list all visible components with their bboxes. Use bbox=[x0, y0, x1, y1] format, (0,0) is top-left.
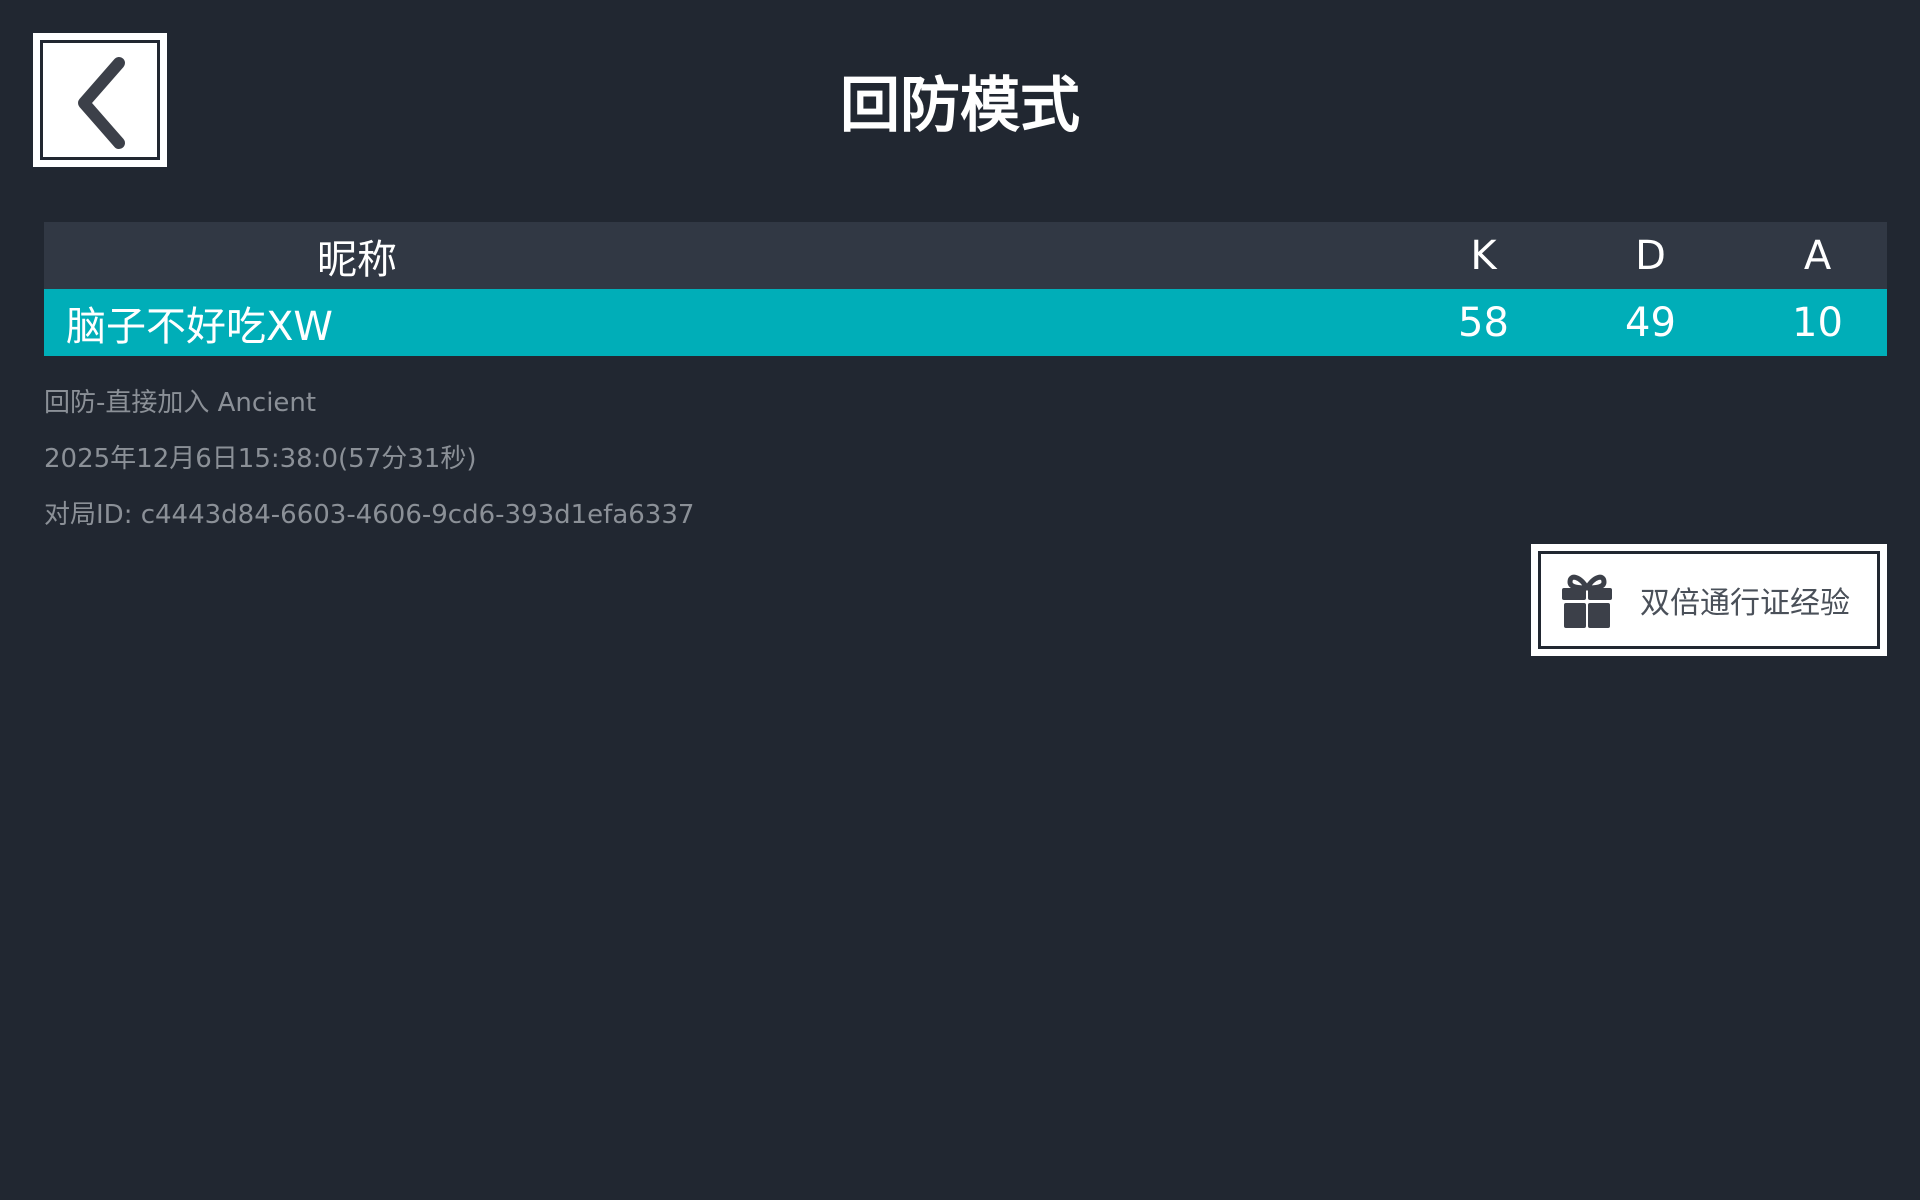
page-title: 回防模式 bbox=[840, 71, 1080, 141]
player-assists: 10 bbox=[1792, 299, 1843, 346]
player-kills: 58 bbox=[1458, 299, 1509, 346]
match-mode-map: 回防-直接加入 Ancient bbox=[44, 388, 317, 418]
column-header-deaths: D bbox=[1635, 232, 1666, 279]
scoreboard-table: 昵称 K D A 脑子不好吃XW 58 49 10 bbox=[44, 222, 1887, 356]
table-header-row: 昵称 K D A bbox=[44, 222, 1887, 289]
player-deaths: 49 bbox=[1625, 299, 1676, 346]
player-nickname: 脑子不好吃XW bbox=[66, 303, 333, 350]
double-xp-label: 双倍通行证经验 bbox=[1640, 586, 1850, 621]
column-header-kills: K bbox=[1470, 232, 1497, 279]
column-header-assists: A bbox=[1803, 232, 1832, 279]
match-info: 回防-直接加入 Ancient 2025年12月6日15:38:0(57分31秒… bbox=[44, 375, 694, 543]
gift-icon bbox=[1562, 574, 1612, 628]
match-datetime: 2025年12月6日15:38:0(57分31秒) bbox=[44, 444, 477, 474]
match-id: 对局ID: c4443d84-6603-4606-9cd6-393d1efa63… bbox=[44, 500, 695, 530]
double-xp-button[interactable]: 双倍通行证经验 bbox=[1531, 544, 1887, 656]
column-header-nickname: 昵称 bbox=[317, 236, 397, 283]
match-detail-page: 回防模式 昵称 K D A 脑子不好吃XW 58 49 10 回防-直接加入 A… bbox=[0, 0, 1920, 1200]
table-row[interactable]: 脑子不好吃XW 58 49 10 bbox=[44, 289, 1887, 356]
